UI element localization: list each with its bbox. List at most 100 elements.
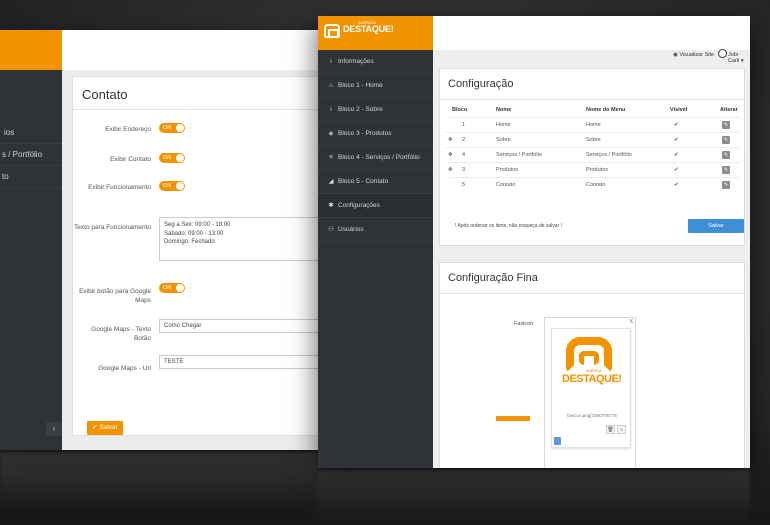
sidebar-item-products[interactable]: ◈ Bloco 3 - Produtos: [318, 122, 433, 146]
admin-panel-screen: AGÊNCIA DESTAQUE! ◉ Visualizar Site Jobi…: [318, 16, 750, 468]
field-label: Exibir Contato: [110, 156, 151, 163]
cell-bloco: 3: [462, 167, 466, 173]
cell-menu-name: Sobre: [586, 137, 601, 143]
delete-icon[interactable]: 🗑: [606, 425, 615, 434]
sidebar-item-products[interactable]: ios: [0, 122, 62, 144]
column-header: Alterar: [720, 107, 738, 113]
sidebar-item-label: Bloco 1 - Home: [338, 82, 383, 89]
info-icon: i: [330, 106, 332, 113]
sidebar-item-home[interactable]: ⌂ Bloco 1 - Home: [318, 74, 433, 98]
cell-bloco: 2: [462, 137, 466, 143]
table-row: ✥ 2 Sobre Sobre ✔ ✎: [446, 132, 740, 147]
sidebar-item-about[interactable]: i Bloco 2 - Sobre: [318, 98, 433, 122]
field-label: Exibir Endereço: [105, 126, 151, 133]
fine-configuration-card: Configuração Fina Favicon x AGÊNCIA DEST…: [439, 262, 745, 468]
visible-check-icon: ✔: [674, 167, 679, 173]
cell-menu-name: Contato: [586, 182, 606, 188]
show-hours-toggle[interactable]: ON: [159, 181, 185, 191]
drag-handle-icon[interactable]: ✥: [448, 137, 453, 143]
show-contact-toggle[interactable]: ON: [159, 153, 185, 163]
page-title: Contato: [82, 87, 128, 102]
divider: [440, 99, 744, 100]
sidebar-item-settings[interactable]: ✱ Configurações: [318, 194, 433, 218]
sidebar-item-contact[interactable]: ◢ Bloco 5 - Contato: [318, 170, 433, 194]
visible-check-icon: ✔: [674, 137, 679, 143]
field-label: Google Maps - Url: [98, 365, 151, 372]
file-name: favicon.png(1560705775: [567, 413, 617, 418]
favicon-label: Favicon: [514, 321, 534, 327]
brand-name: DESTAQUE!: [343, 24, 394, 34]
divider: [73, 109, 329, 110]
logo-reflection: [548, 488, 618, 518]
section-title: Configuração: [448, 78, 514, 90]
sidebar-item-label: Bloco 5 - Contato: [338, 178, 389, 185]
sidebar-item-info[interactable]: i Informações: [318, 50, 433, 74]
edit-button[interactable]: ✎: [722, 166, 730, 174]
column-header: Nome: [496, 107, 512, 113]
cell-menu-name: Produtos: [586, 167, 609, 173]
close-icon[interactable]: x: [630, 318, 634, 325]
field-label: Exibir Funcionamento: [88, 184, 151, 191]
sidebar: ios s / Portfólio to ‹: [0, 70, 62, 450]
contact-card: Contato Exibir Endereço ON Exibir Contat…: [72, 76, 330, 436]
cell-name: Serviços / Portfólio: [496, 152, 542, 158]
hours-textarea[interactable]: Seg a Sex: 09:00 - 18:00 Sábado: 09:00 -…: [159, 217, 330, 261]
column-header: Nome do Menu: [586, 107, 626, 113]
cell-name: Contato: [496, 182, 516, 188]
visible-check-icon: ✔: [674, 122, 679, 128]
sidebar-item-label: Configurações: [338, 202, 380, 209]
cell-name: Sobre: [496, 137, 511, 143]
cell-bloco: 4: [462, 152, 466, 158]
section-title: Configuração Fina: [448, 272, 538, 284]
sidebar-item-services[interactable]: s / Portfólio: [0, 144, 62, 166]
cell-bloco: 1: [462, 122, 466, 128]
column-header: Bloco: [452, 107, 468, 113]
table-row: 5 Contato Contato ✔ ✎: [446, 177, 740, 192]
sidebar-item-contact[interactable]: to: [0, 166, 62, 188]
sidebar-item-services[interactable]: ≡ Bloco 4 - Serviços / Portfólio: [318, 146, 433, 170]
logo-image-inner: [579, 351, 599, 365]
edit-button[interactable]: ✎: [722, 121, 730, 129]
logo-wordmark: DESTAQUE!: [562, 373, 622, 385]
cell-menu-name: Serviços / Portfólio: [586, 152, 632, 158]
field-label: Texto para Funcionamento: [74, 224, 151, 231]
cell-name: Produtos: [496, 167, 519, 173]
favicon-upload[interactable]: x AGÊNCIA DESTAQUE! favicon.png(15607057…: [544, 317, 636, 468]
cell-menu-name: Home: [586, 122, 601, 128]
users-icon: ⚇: [328, 226, 334, 233]
visible-check-icon: ✔: [674, 152, 679, 158]
edit-button[interactable]: ✎: [722, 181, 730, 189]
brand-area: [0, 30, 62, 70]
collapse-sidebar-button[interactable]: ‹: [46, 422, 62, 436]
main-content: Configuração Bloco Nome Nome do Menu Vis…: [433, 50, 750, 468]
logo-mark-icon: [324, 24, 340, 38]
visible-check-icon: ✔: [674, 182, 679, 188]
edit-button[interactable]: ✎: [722, 151, 730, 159]
maps-url-input[interactable]: TESTE: [159, 355, 330, 369]
show-address-toggle[interactable]: ON: [159, 123, 185, 133]
home-icon: ⌂: [329, 82, 333, 89]
show-maps-button-toggle[interactable]: ON: [159, 283, 185, 293]
info-icon: i: [330, 58, 332, 65]
table-row: ✥ 4 Serviços / Portfólio Serviços / Port…: [446, 147, 740, 162]
sidebar-item-users[interactable]: ⚇ Usuários: [318, 218, 433, 242]
maps-button-text-input[interactable]: Como Chegar: [159, 319, 330, 333]
file-icon: [554, 437, 561, 445]
send-icon: ◢: [328, 178, 334, 185]
field-label: Google Maps - Texto Botão: [91, 326, 151, 343]
screen-reflection: [0, 452, 318, 512]
edit-button[interactable]: ✎: [722, 136, 730, 144]
cell-bloco: 5: [462, 182, 466, 188]
drag-handle-icon[interactable]: ✥: [448, 167, 453, 173]
sidebar-item-label: Informações: [338, 58, 374, 65]
save-order-button[interactable]: Salvar: [688, 219, 744, 233]
sidebar-item-label: Usuários: [338, 226, 364, 233]
order-note: ! Após ordenar os itens, não esqueça de …: [455, 223, 563, 229]
zoom-icon[interactable]: ⌕: [617, 425, 626, 434]
sidebar-item-label: Bloco 4 - Serviços / Portfólio: [338, 154, 420, 161]
brand-logo[interactable]: AGÊNCIA DESTAQUE!: [318, 16, 433, 50]
drag-handle-icon[interactable]: ✥: [448, 152, 453, 158]
save-label: Salvar: [99, 424, 118, 431]
gear-icon: ✱: [328, 202, 334, 209]
save-button[interactable]: ✔ Salvar: [87, 421, 123, 435]
